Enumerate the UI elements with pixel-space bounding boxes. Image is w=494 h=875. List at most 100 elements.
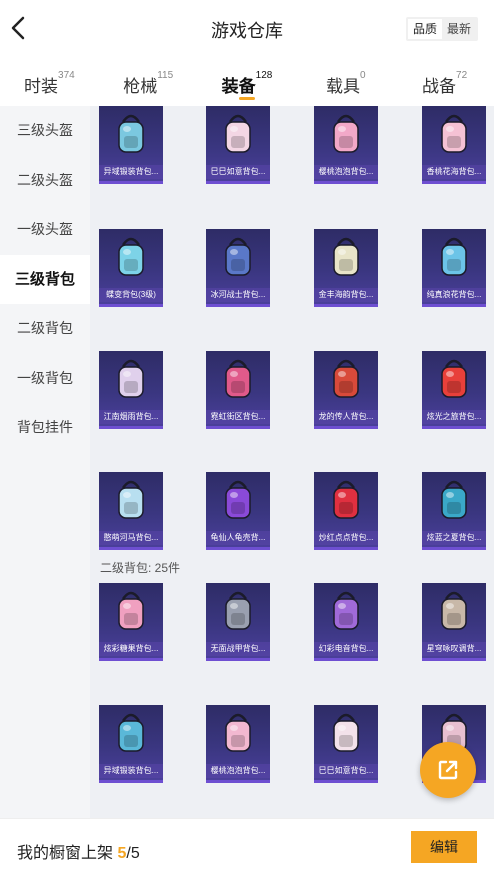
backpack-icon — [441, 359, 467, 398]
backpack-card-name: 炒红点点背包... — [314, 531, 378, 545]
backpack-icon — [225, 480, 251, 519]
app-header: 游戏仓库 品质 最新 — [0, 0, 494, 58]
backpack-card-name: 冰河战士背包... — [206, 288, 270, 302]
backpack-icon — [333, 237, 359, 276]
backpack-card[interactable]: 幻彩电音背包... — [314, 583, 378, 661]
backpack-icon — [118, 114, 144, 153]
sidebar-item-lv3-helmet[interactable]: 三级头盔 — [0, 106, 90, 156]
showcase-status: 我的橱窗上架 5/5 — [17, 839, 140, 863]
sort-option-quality[interactable]: 品质 — [407, 19, 442, 39]
backpack-card-name: 樱桃泡泡背包... — [206, 764, 270, 778]
backpack-icon — [225, 359, 251, 398]
tab-equipment[interactable]: 装备128 — [198, 58, 297, 106]
backpack-card-name: 异域锻装背包... — [99, 764, 163, 778]
subcategory-sidebar: 三级头盔 二级头盔 一级头盔 三级背包 二级背包 一级背包 背包挂件 — [0, 106, 90, 818]
backpack-card-name: 蝶变背包(3级) — [99, 288, 163, 302]
backpack-card[interactable]: 樱桃泡泡背包... — [206, 705, 270, 783]
backpack-icon — [333, 480, 359, 519]
backpack-card-name: 香桃花海背包... — [422, 165, 486, 179]
sidebar-item-lv3-backpack[interactable]: 三级背包 — [0, 254, 90, 304]
backpack-card[interactable]: 无面战甲背包... — [206, 583, 270, 661]
backpack-icon — [333, 591, 359, 630]
backpack-card-name: 炫蓝之夏背包... — [422, 531, 486, 545]
backpack-card[interactable]: 龙的传人背包... — [314, 351, 378, 429]
backpack-icon — [225, 237, 251, 276]
tab-count: 374 — [58, 70, 75, 81]
backpack-card-name: 龟仙人龟壳背... — [206, 531, 270, 545]
backpack-card[interactable]: 香桃花海背包... — [422, 106, 486, 184]
tab-label: 时装 — [24, 77, 59, 96]
backpack-icon — [118, 591, 144, 630]
backpack-card[interactable]: 霓虹街区背包... — [206, 351, 270, 429]
backpack-icon — [118, 713, 144, 752]
tab-weapons[interactable]: 枪械115 — [99, 58, 198, 106]
share-fab[interactable] — [420, 742, 476, 798]
backpack-card-name: 星穹咏叹调背... — [422, 642, 486, 656]
backpack-icon — [333, 713, 359, 752]
backpack-card[interactable]: 江南烟雨背包... — [99, 351, 163, 429]
tab-indicator — [238, 97, 255, 100]
sidebar-item-lv2-backpack[interactable]: 二级背包 — [0, 304, 90, 354]
backpack-card[interactable]: 异域锻装背包... — [99, 705, 163, 783]
backpack-card[interactable]: 炫光之旅背包... — [422, 351, 486, 429]
section-label: 二级背包: 25件 — [100, 561, 181, 575]
backpack-icon — [441, 480, 467, 519]
backpack-card[interactable]: 龟仙人龟壳背... — [206, 472, 270, 550]
showcase-footer: 我的橱窗上架 5/5 编辑 — [0, 818, 494, 875]
backpack-card[interactable]: 异域锻装背包... — [99, 106, 163, 184]
external-link-icon — [438, 760, 458, 780]
backpack-icon — [333, 114, 359, 153]
category-tabs: 时装374 枪械115 装备128 载具0 战备72 — [0, 58, 494, 106]
backpack-card-name: 霓虹街区背包... — [206, 410, 270, 424]
backpack-card[interactable]: 巳巳如意背包... — [314, 705, 378, 783]
backpack-card[interactable]: 巳巳如意背包... — [206, 106, 270, 184]
backpack-card-name: 炫光之旅背包... — [422, 410, 486, 424]
tab-gear[interactable]: 战备72 — [395, 58, 494, 106]
backpack-icon — [441, 591, 467, 630]
backpack-card[interactable]: 星穹咏叹调背... — [422, 583, 486, 661]
backpack-card[interactable]: 憨萌河马背包... — [99, 472, 163, 550]
backpack-icon — [225, 114, 251, 153]
backpack-icon — [118, 359, 144, 398]
showcase-total: 5 — [130, 845, 140, 862]
backpack-card[interactable]: 樱桃泡泡背包... — [314, 106, 378, 184]
backpack-card-name: 龙的传人背包... — [314, 410, 378, 424]
backpack-card-name: 无面战甲背包... — [206, 642, 270, 656]
backpack-icon — [225, 591, 251, 630]
sort-toggle: 品质 最新 — [405, 17, 478, 41]
tab-count: 0 — [360, 70, 366, 81]
backpack-card[interactable]: 蝶变背包(3级) — [99, 229, 163, 307]
sort-option-newest[interactable]: 最新 — [442, 19, 476, 39]
sidebar-item-lv2-helmet[interactable]: 二级头盔 — [0, 156, 90, 206]
edit-button[interactable]: 编辑 — [411, 831, 477, 863]
backpack-card-name: 幻彩电音背包... — [314, 642, 378, 656]
tab-label: 装备 — [221, 77, 256, 96]
showcase-label: 我的橱窗上架 — [17, 845, 114, 862]
backpack-card[interactable]: 冰河战士背包... — [206, 229, 270, 307]
backpack-icon — [118, 237, 144, 276]
backpack-card-name: 异域锻装背包... — [99, 165, 163, 179]
backpack-card[interactable]: 纯真浪花背包... — [422, 229, 486, 307]
sidebar-item-lv1-backpack[interactable]: 一级背包 — [0, 354, 90, 404]
backpack-icon — [225, 713, 251, 752]
tab-label: 枪械 — [123, 77, 158, 96]
backpack-icon — [441, 114, 467, 153]
backpack-icon — [333, 359, 359, 398]
backpack-card-name: 江南烟雨背包... — [99, 410, 163, 424]
backpack-icon — [118, 480, 144, 519]
backpack-card[interactable]: 炫蓝之夏背包... — [422, 472, 486, 550]
backpack-card-name: 炫彩糖果背包... — [99, 642, 163, 656]
tab-count: 128 — [255, 70, 273, 81]
backpack-card[interactable]: 炫彩糖果背包... — [99, 583, 163, 661]
backpack-icon — [441, 237, 467, 276]
backpack-card-name: 金丰海韵背包... — [314, 288, 378, 302]
backpack-card[interactable]: 金丰海韵背包... — [314, 229, 378, 307]
tab-count: 115 — [157, 70, 174, 81]
tab-vehicles[interactable]: 载具0 — [296, 58, 395, 106]
sidebar-item-backpack-charm[interactable]: 背包挂件 — [0, 403, 90, 453]
tab-label: 载具 — [326, 77, 360, 96]
backpack-card-name: 憨萌河马背包... — [99, 531, 163, 545]
sidebar-item-lv1-helmet[interactable]: 一级头盔 — [0, 205, 90, 255]
tab-fashion[interactable]: 时装374 — [0, 58, 99, 106]
backpack-card[interactable]: 炒红点点背包... — [314, 472, 378, 550]
